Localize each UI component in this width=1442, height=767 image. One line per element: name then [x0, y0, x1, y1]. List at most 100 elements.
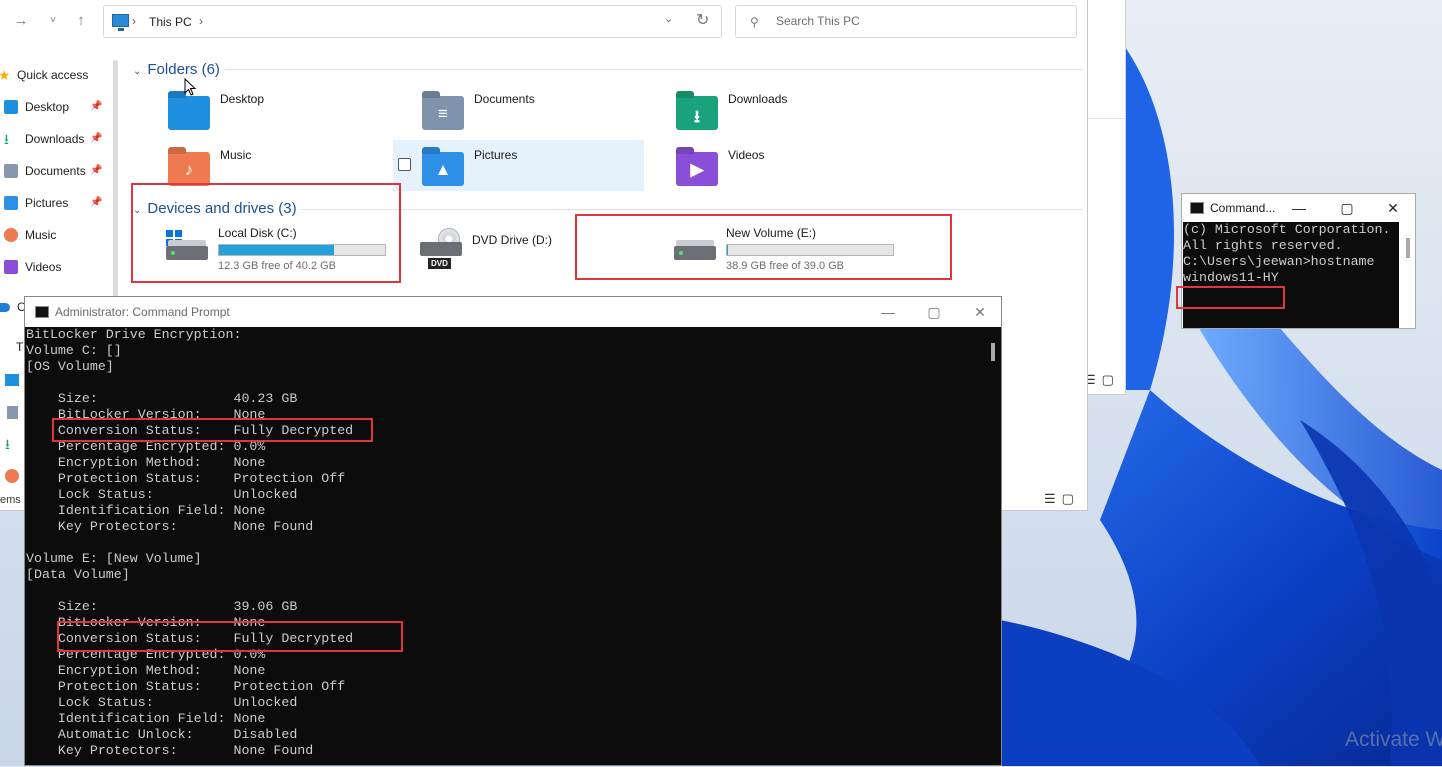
highlight-box	[57, 621, 403, 652]
console-line: Automatic Unlock: Disabled	[26, 727, 298, 742]
onedrive-cloud-icon	[0, 303, 10, 312]
console-line: Encryption Method: None	[26, 663, 266, 678]
sidebar-item-this-pc[interactable]: T	[16, 340, 23, 354]
sidebar-item-label: Downloads	[25, 132, 85, 146]
sidebar-item-label: Quick access	[17, 68, 89, 82]
highlight-box	[575, 214, 952, 280]
console-line: Size: 40.23 GB	[26, 391, 298, 406]
address-dropdown-icon[interactable]: ⌄	[664, 12, 673, 25]
title-bar[interactable]: Command... — ▢ ✕	[1182, 194, 1415, 222]
sidebar-item-label: Desktop	[25, 100, 70, 114]
folder-label: Music	[220, 148, 252, 162]
console-line: Identification Field: None	[26, 503, 266, 518]
console-line: All rights reserved.	[1183, 238, 1343, 253]
title-bar[interactable]: Administrator: Command Prompt — ▢ ✕	[25, 297, 1001, 327]
console-scrollbar[interactable]	[1406, 238, 1410, 258]
folders-group-header[interactable]: ⌄ Folders (6)	[133, 61, 220, 78]
close-icon[interactable]: ✕	[957, 301, 1003, 323]
activate-windows-watermark: Activate W	[1345, 728, 1442, 751]
sidebar-item-label: Music	[25, 228, 57, 242]
folder-pictures[interactable]: ▲ Pictures	[422, 144, 672, 196]
highlight-box	[131, 183, 401, 283]
sidebar-item-desktop[interactable]: Desktop 📌	[0, 95, 110, 119]
window-title: Command...	[1210, 201, 1276, 215]
console-line: Key Protectors: None Found	[26, 519, 314, 534]
console-line: [OS Volume]	[26, 359, 114, 374]
pin-icon[interactable]: 📌	[90, 191, 102, 215]
folder-documents[interactable]: ≡ Documents	[422, 88, 672, 140]
maximize-icon[interactable]: ▢	[1324, 197, 1370, 219]
folder-desktop[interactable]: Desktop	[168, 88, 418, 140]
recent-locations-chevron-icon[interactable]: ˅	[44, 11, 62, 31]
divider	[300, 209, 1083, 210]
collapse-chevron-icon[interactable]: ⌄	[133, 66, 141, 77]
sidebar-item-label: Pictures	[25, 196, 69, 210]
view-toggle-icons[interactable]: ☰▢	[1084, 372, 1120, 388]
console-line: Size: 39.06 GB	[26, 599, 298, 614]
refresh-icon[interactable]: ↻	[696, 10, 709, 30]
cmd-icon	[35, 306, 49, 318]
breadcrumb-separator-icon[interactable]: ›	[132, 14, 136, 28]
video-icon	[4, 260, 18, 274]
console-line: Identification Field: None	[26, 711, 266, 726]
sidebar-item-music[interactable]: Music	[0, 223, 110, 247]
search-input[interactable]	[774, 13, 1054, 29]
cmd-icon	[1190, 202, 1204, 214]
console-line: Protection Status: Protection Off	[26, 471, 346, 486]
pin-icon[interactable]: 📌	[90, 159, 102, 183]
desktop-folder-icon	[4, 100, 18, 114]
console-line: [Data Volume]	[26, 567, 130, 582]
folder-label: Desktop	[220, 92, 265, 106]
folder-label: Downloads	[728, 92, 788, 106]
sidebar-item-documents[interactable]: Documents 📌	[0, 159, 110, 183]
pin-icon[interactable]: 📌	[90, 127, 102, 151]
address-bar[interactable]: › This PC › ⌄ ↻	[103, 5, 722, 38]
folder-videos[interactable]: ▶ Videos	[676, 144, 926, 196]
console-line: Protection Status: Protection Off	[26, 679, 346, 694]
highlight-box	[52, 418, 373, 442]
downloads-folder-icon: ⭳	[676, 96, 718, 130]
console-line: Lock Status: Unlocked	[26, 695, 298, 710]
download-arrow-icon: ⭳	[5, 436, 10, 452]
status-bar-items-count: ems	[0, 494, 21, 506]
divider	[1088, 118, 1126, 119]
pictures-folder-icon: ▲	[422, 152, 464, 186]
this-pc-icon	[112, 14, 129, 31]
folder-downloads[interactable]: ⭳ Downloads	[676, 88, 926, 140]
console-scrollbar[interactable]	[991, 343, 995, 361]
background-window: ☰▢	[1084, 0, 1126, 395]
documents-folder-icon: ≡	[422, 96, 464, 130]
console-line: Encryption Method: None	[26, 455, 266, 470]
download-arrow-icon: ⭳	[4, 131, 9, 147]
search-box[interactable]: ⚲	[735, 5, 1077, 38]
desktop-folder-icon	[5, 374, 19, 386]
sidebar-item-label: Videos	[25, 260, 62, 274]
up-arrow-icon[interactable]: ↑	[72, 11, 90, 31]
console-line: Volume E: [New Volume]	[26, 551, 202, 566]
maximize-icon[interactable]: ▢	[911, 301, 957, 323]
selection-checkbox[interactable]	[398, 158, 411, 171]
close-icon[interactable]: ✕	[1370, 197, 1416, 219]
folder-label: Documents	[474, 92, 535, 106]
music-icon	[4, 228, 18, 242]
sidebar-item-pictures[interactable]: Pictures 📌	[0, 191, 110, 215]
star-icon: ★	[0, 63, 12, 83]
highlight-box	[1176, 286, 1285, 309]
console-output[interactable]: (c) Microsoft Corporation. All rights res…	[1183, 222, 1399, 328]
console-line: (c) Microsoft Corporation.	[1183, 222, 1391, 237]
console-line: BitLocker Drive Encryption:	[26, 327, 242, 342]
view-toggle-icons[interactable]: ☰▢	[1044, 491, 1080, 507]
music-icon	[5, 469, 19, 483]
breadcrumb-separator-icon[interactable]: ›	[199, 14, 203, 28]
sidebar-item-downloads[interactable]: ⭳ Downloads 📌	[0, 127, 110, 151]
forward-arrow-icon[interactable]: →	[12, 11, 30, 31]
sidebar-item-quick-access[interactable]: ★ Quick access	[0, 63, 110, 87]
minimize-icon[interactable]: —	[865, 301, 911, 323]
sidebar-item-videos[interactable]: Videos	[0, 255, 110, 279]
breadcrumb-this-pc[interactable]: This PC	[149, 15, 192, 29]
minimize-icon[interactable]: —	[1276, 197, 1322, 219]
console-output[interactable]: BitLocker Drive Encryption: Volume C: [][…	[26, 327, 984, 767]
pin-icon[interactable]: 📌	[90, 95, 102, 119]
console-line: windows11-HY	[1183, 270, 1279, 285]
